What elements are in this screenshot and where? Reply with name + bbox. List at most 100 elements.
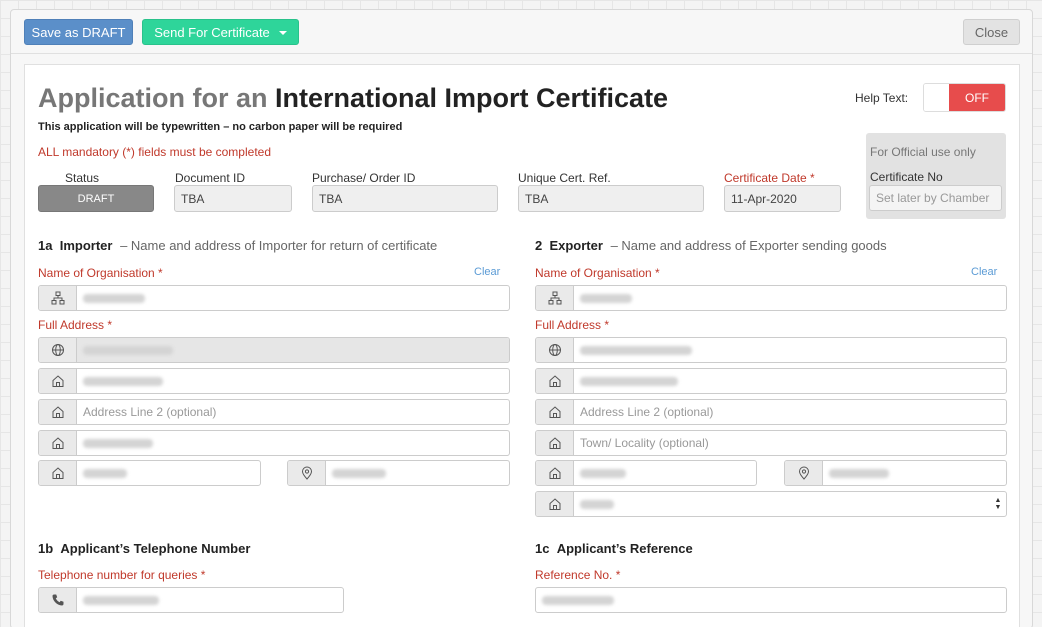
- certificate-date-field[interactable]: 11-Apr-2020: [724, 185, 841, 212]
- importer-clear-link[interactable]: Clear: [474, 266, 500, 278]
- toggle-knob: [924, 84, 950, 111]
- certificate-date-label-text: Certificate Date: [724, 171, 807, 185]
- importer-org-value: [77, 286, 509, 310]
- application-form: Application for an International Import …: [24, 64, 1020, 627]
- exporter-city-input[interactable]: [535, 460, 757, 486]
- importer-county-value: [77, 461, 260, 485]
- close-button[interactable]: Close: [963, 19, 1020, 45]
- importer-heading: 1a Importer – Name and address of Import…: [38, 238, 437, 253]
- importer-org-input[interactable]: [38, 285, 510, 311]
- importer-number: 1a: [38, 238, 53, 253]
- importer-title: Importer: [59, 238, 113, 253]
- importer-address-line1-value: [77, 369, 509, 393]
- telephone-value: [77, 588, 343, 612]
- home-icon: [39, 461, 77, 485]
- exporter-address-line2-placeholder: Address Line 2 (optional): [580, 405, 714, 419]
- sitemap-icon: [39, 286, 77, 310]
- send-certificate-label: Send For Certificate: [154, 24, 270, 40]
- phone-icon: [39, 588, 77, 612]
- toggle-off-label: OFF: [949, 84, 1005, 111]
- exporter-address-line1-value: [574, 369, 1006, 393]
- home-icon: [39, 431, 77, 455]
- importer-town-value: [77, 431, 509, 455]
- unique-ref-field: TBA: [518, 185, 704, 212]
- title-prefix: Application for an: [38, 83, 268, 113]
- map-marker-icon: [288, 461, 326, 485]
- title-main: International Import Certificate: [275, 83, 669, 113]
- importer-county-input[interactable]: [38, 460, 261, 486]
- exporter-postcode-value: [823, 461, 1006, 485]
- exporter-address-line2[interactable]: Address Line 2 (optional): [535, 399, 1007, 425]
- importer-postcode-input[interactable]: [287, 460, 510, 486]
- caret-down-icon: [278, 30, 287, 35]
- importer-country-value: [77, 338, 509, 362]
- exporter-title: Exporter: [549, 238, 603, 253]
- importer-description: – Name and address of Importer for retur…: [120, 238, 438, 253]
- document-id-label: Document ID: [175, 171, 246, 185]
- send-certificate-button[interactable]: Send For Certificate: [142, 19, 299, 45]
- reference-number: 1c: [535, 541, 550, 556]
- exporter-org-label: Name of Organisation *: [535, 266, 660, 280]
- telephone-input[interactable]: [38, 587, 344, 613]
- exporter-clear-link[interactable]: Clear: [971, 266, 997, 278]
- official-use-box: For Official use only Certificate No Set…: [866, 133, 1006, 219]
- exporter-town-input[interactable]: Town/ Locality (optional): [535, 430, 1007, 456]
- importer-org-label: Name of Organisation *: [38, 266, 163, 280]
- map-marker-icon: [785, 461, 823, 485]
- certificate-no-label: Certificate No: [870, 170, 943, 184]
- home-icon: [536, 492, 574, 516]
- home-icon: [536, 431, 574, 455]
- exporter-state-value: [574, 492, 990, 516]
- importer-town-input[interactable]: [38, 430, 510, 456]
- help-text-label: Help Text:: [855, 91, 909, 105]
- reference-title: Applicant’s Reference: [556, 541, 693, 556]
- purchase-order-field: TBA: [312, 185, 498, 212]
- importer-postcode-value: [326, 461, 509, 485]
- reference-heading: 1c Applicant’s Reference: [535, 541, 693, 556]
- exporter-country-input[interactable]: [535, 337, 1007, 363]
- select-arrows-icon: ▲ ▼: [994, 497, 1002, 511]
- status-badge: DRAFT: [38, 185, 154, 212]
- required-star: *: [810, 171, 815, 185]
- unique-ref-label: Unique Cert. Ref.: [518, 171, 611, 185]
- exporter-heading: 2 Exporter – Name and address of Exporte…: [535, 238, 887, 253]
- globe-icon: [39, 338, 77, 362]
- sitemap-icon: [536, 286, 574, 310]
- home-icon: [536, 400, 574, 424]
- reference-input[interactable]: [535, 587, 1007, 613]
- save-draft-button[interactable]: Save as DRAFT: [24, 19, 133, 45]
- importer-address-line1[interactable]: [38, 368, 510, 394]
- exporter-state-select[interactable]: ▲ ▼: [535, 491, 1007, 517]
- status-label: Status: [65, 171, 100, 185]
- exporter-address-line1[interactable]: [535, 368, 1007, 394]
- telephone-label: Telephone number for queries *: [38, 568, 206, 582]
- exporter-description: – Name and address of Exporter sending g…: [610, 238, 887, 253]
- importer-address-label: Full Address *: [38, 318, 113, 332]
- home-icon: [39, 400, 77, 424]
- exporter-city-value: [574, 461, 756, 485]
- official-use-title: For Official use only: [870, 145, 976, 159]
- certificate-no-field: Set later by Chamber: [869, 185, 1002, 211]
- importer-address-line2-placeholder: Address Line 2 (optional): [83, 405, 217, 419]
- exporter-number: 2: [535, 238, 543, 253]
- importer-country-input[interactable]: [38, 337, 510, 363]
- exporter-postcode-input[interactable]: [784, 460, 1007, 486]
- telephone-title: Applicant’s Telephone Number: [60, 541, 251, 556]
- telephone-number: 1b: [38, 541, 54, 556]
- help-text-toggle[interactable]: OFF: [923, 83, 1006, 112]
- reference-label: Reference No. *: [535, 568, 621, 582]
- globe-icon: [536, 338, 574, 362]
- exporter-org-input[interactable]: [535, 285, 1007, 311]
- mandatory-note: ALL mandatory (*) fields must be complet…: [38, 145, 271, 159]
- home-icon: [536, 369, 574, 393]
- home-icon: [536, 461, 574, 485]
- toolbar: Save as DRAFT Send For Certificate Close: [11, 10, 1032, 54]
- exporter-town-placeholder: Town/ Locality (optional): [580, 436, 709, 450]
- importer-address-line2[interactable]: Address Line 2 (optional): [38, 399, 510, 425]
- page-subtitle: This application will be typewritten – n…: [38, 121, 403, 133]
- telephone-heading: 1b Applicant’s Telephone Number: [38, 541, 250, 556]
- app-window: Save as DRAFT Send For Certificate Close…: [10, 9, 1033, 627]
- exporter-country-value: [574, 338, 1006, 362]
- exporter-org-value: [574, 286, 1006, 310]
- certificate-date-label: Certificate Date *: [724, 171, 815, 185]
